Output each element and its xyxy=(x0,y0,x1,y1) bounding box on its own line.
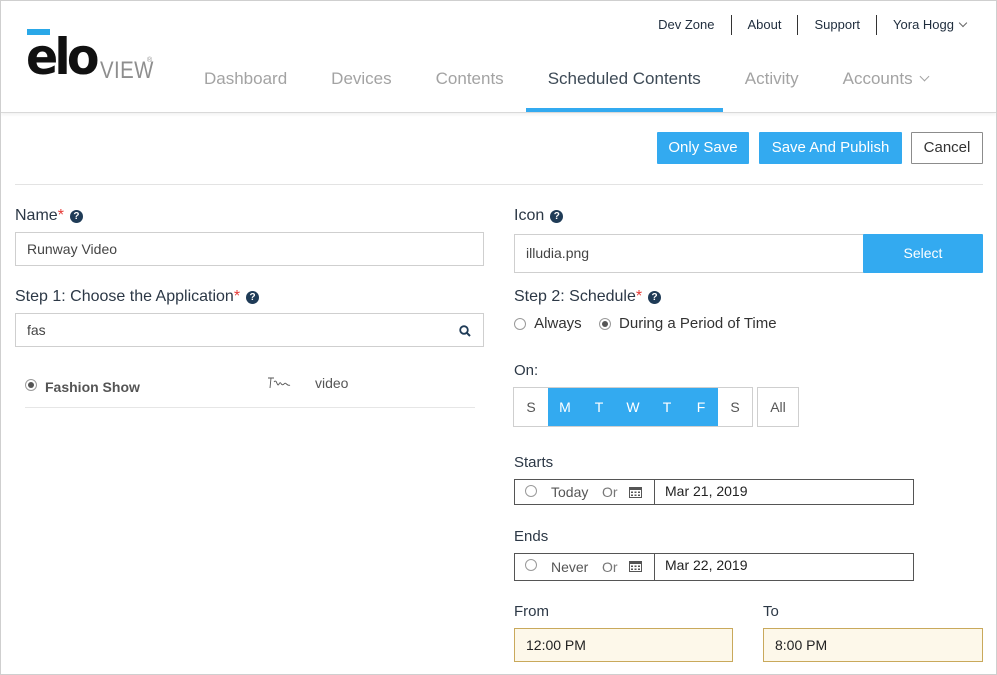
logo-view-text: VIEW xyxy=(100,57,154,84)
nav-accounts-label: Accounts xyxy=(842,69,913,88)
day-thursday[interactable]: T xyxy=(650,388,684,426)
required-marker: * xyxy=(57,207,64,224)
schedule-options: Always During a Period of Time xyxy=(514,315,777,332)
nav-activity[interactable]: Activity xyxy=(723,58,821,112)
nav-devices[interactable]: Devices xyxy=(309,58,413,112)
day-saturday[interactable]: S xyxy=(718,388,752,426)
app-thumbnail-icon xyxy=(268,377,291,389)
from-time-input[interactable]: 12:00 PM xyxy=(514,628,733,662)
to-time-input[interactable]: 8:00 PM xyxy=(763,628,983,662)
today-label: Today xyxy=(551,484,589,500)
always-label: Always xyxy=(534,315,582,332)
app-label: Step 1: Choose the Application*? xyxy=(15,288,260,306)
nav-scheduled-contents[interactable]: Scheduled Contents xyxy=(525,58,723,112)
all-days-button[interactable]: All xyxy=(757,387,799,427)
or-text: Or xyxy=(602,484,618,500)
end-date-input[interactable]: Mar 22, 2019 xyxy=(654,554,913,580)
name-input[interactable]: Runway Video xyxy=(15,232,484,266)
never-radio[interactable] xyxy=(525,559,537,571)
chevron-down-icon xyxy=(919,71,930,82)
save-and-publish-button[interactable]: Save And Publish xyxy=(759,132,902,164)
required-marker: * xyxy=(233,288,241,305)
ends-label: Ends xyxy=(514,528,549,545)
period-label: During a Period of Time xyxy=(619,315,777,332)
icon-select-button[interactable]: Select xyxy=(863,234,983,273)
start-date-input[interactable]: Mar 21, 2019 xyxy=(654,480,913,504)
icon-label: Icon? xyxy=(514,207,564,225)
app-search-value: fas xyxy=(27,322,46,338)
starts-label: Starts xyxy=(514,454,554,471)
ends-never-option[interactable]: Never Or xyxy=(515,554,654,580)
required-marker: * xyxy=(635,288,643,305)
help-icon[interactable]: ? xyxy=(69,210,83,223)
app-name: Fashion Show xyxy=(45,379,140,395)
elo-view-logo[interactable]: elo VIEW ® xyxy=(26,29,156,85)
schedule-label: Step 2: Schedule*? xyxy=(514,288,662,306)
header: elo VIEW ® Dev Zone About Support Yora H… xyxy=(1,1,996,113)
period-radio[interactable] xyxy=(598,318,611,331)
dev-zone-link[interactable]: Dev Zone xyxy=(642,15,732,35)
icon-label-text: Icon xyxy=(514,207,545,224)
app-radio[interactable] xyxy=(25,379,37,391)
schedule-always-option[interactable]: Always xyxy=(514,315,582,332)
nav-contents[interactable]: Contents xyxy=(414,58,526,112)
only-save-button[interactable]: Only Save xyxy=(657,132,749,164)
help-icon[interactable]: ? xyxy=(550,210,564,223)
or-text: Or xyxy=(602,559,618,575)
logo-trademark: ® xyxy=(147,57,153,64)
app-frame: elo VIEW ® Dev Zone About Support Yora H… xyxy=(0,0,997,675)
help-icon[interactable]: ? xyxy=(648,291,662,304)
cancel-button[interactable]: Cancel xyxy=(911,132,983,164)
ends-row: Never Or Mar 22, 2019 xyxy=(514,553,914,581)
app-search-input[interactable]: fas xyxy=(15,313,484,347)
chevron-down-icon xyxy=(958,18,968,28)
user-name: Yora Hogg xyxy=(893,17,954,32)
nav-accounts[interactable]: Accounts xyxy=(821,58,950,112)
day-monday[interactable]: M xyxy=(548,388,582,426)
day-tuesday[interactable]: T xyxy=(582,388,616,426)
search-icon[interactable] xyxy=(459,325,471,337)
starts-row: Today Or Mar 21, 2019 xyxy=(514,479,914,505)
support-link[interactable]: Support xyxy=(798,15,878,35)
schedule-label-text: Step 2: Schedule xyxy=(514,288,636,305)
main-nav: Dashboard Devices Contents Scheduled Con… xyxy=(182,58,950,112)
day-friday[interactable]: F xyxy=(684,388,718,426)
nav-dashboard[interactable]: Dashboard xyxy=(182,58,309,112)
day-wednesday[interactable]: W xyxy=(616,388,650,426)
today-radio[interactable] xyxy=(525,485,537,497)
app-result-row[interactable]: Fashion Show video xyxy=(25,371,475,408)
name-label: Name*? xyxy=(15,207,83,225)
logo-elo-text: elo xyxy=(26,28,100,86)
app-label-text: Step 1: Choose the Application xyxy=(15,288,234,305)
always-radio[interactable] xyxy=(514,318,526,331)
on-label: On: xyxy=(514,362,539,379)
calendar-icon[interactable] xyxy=(629,560,642,572)
to-label: To xyxy=(763,603,779,620)
user-menu[interactable]: Yora Hogg xyxy=(877,15,968,35)
calendar-icon[interactable] xyxy=(629,486,642,498)
section-divider xyxy=(15,184,983,185)
icon-file-input[interactable]: illudia.png xyxy=(514,234,864,273)
weekday-selector: S M T W T F S xyxy=(513,387,753,427)
starts-today-option[interactable]: Today Or xyxy=(515,480,654,504)
day-sunday[interactable]: S xyxy=(514,388,548,426)
about-link[interactable]: About xyxy=(732,15,799,35)
app-type: video xyxy=(315,375,349,391)
schedule-period-option[interactable]: During a Period of Time xyxy=(598,315,777,332)
never-label: Never xyxy=(551,559,589,575)
name-label-text: Name xyxy=(15,207,58,224)
top-links: Dev Zone About Support Yora Hogg xyxy=(642,15,968,35)
help-icon[interactable]: ? xyxy=(246,291,260,304)
from-label: From xyxy=(514,603,549,620)
